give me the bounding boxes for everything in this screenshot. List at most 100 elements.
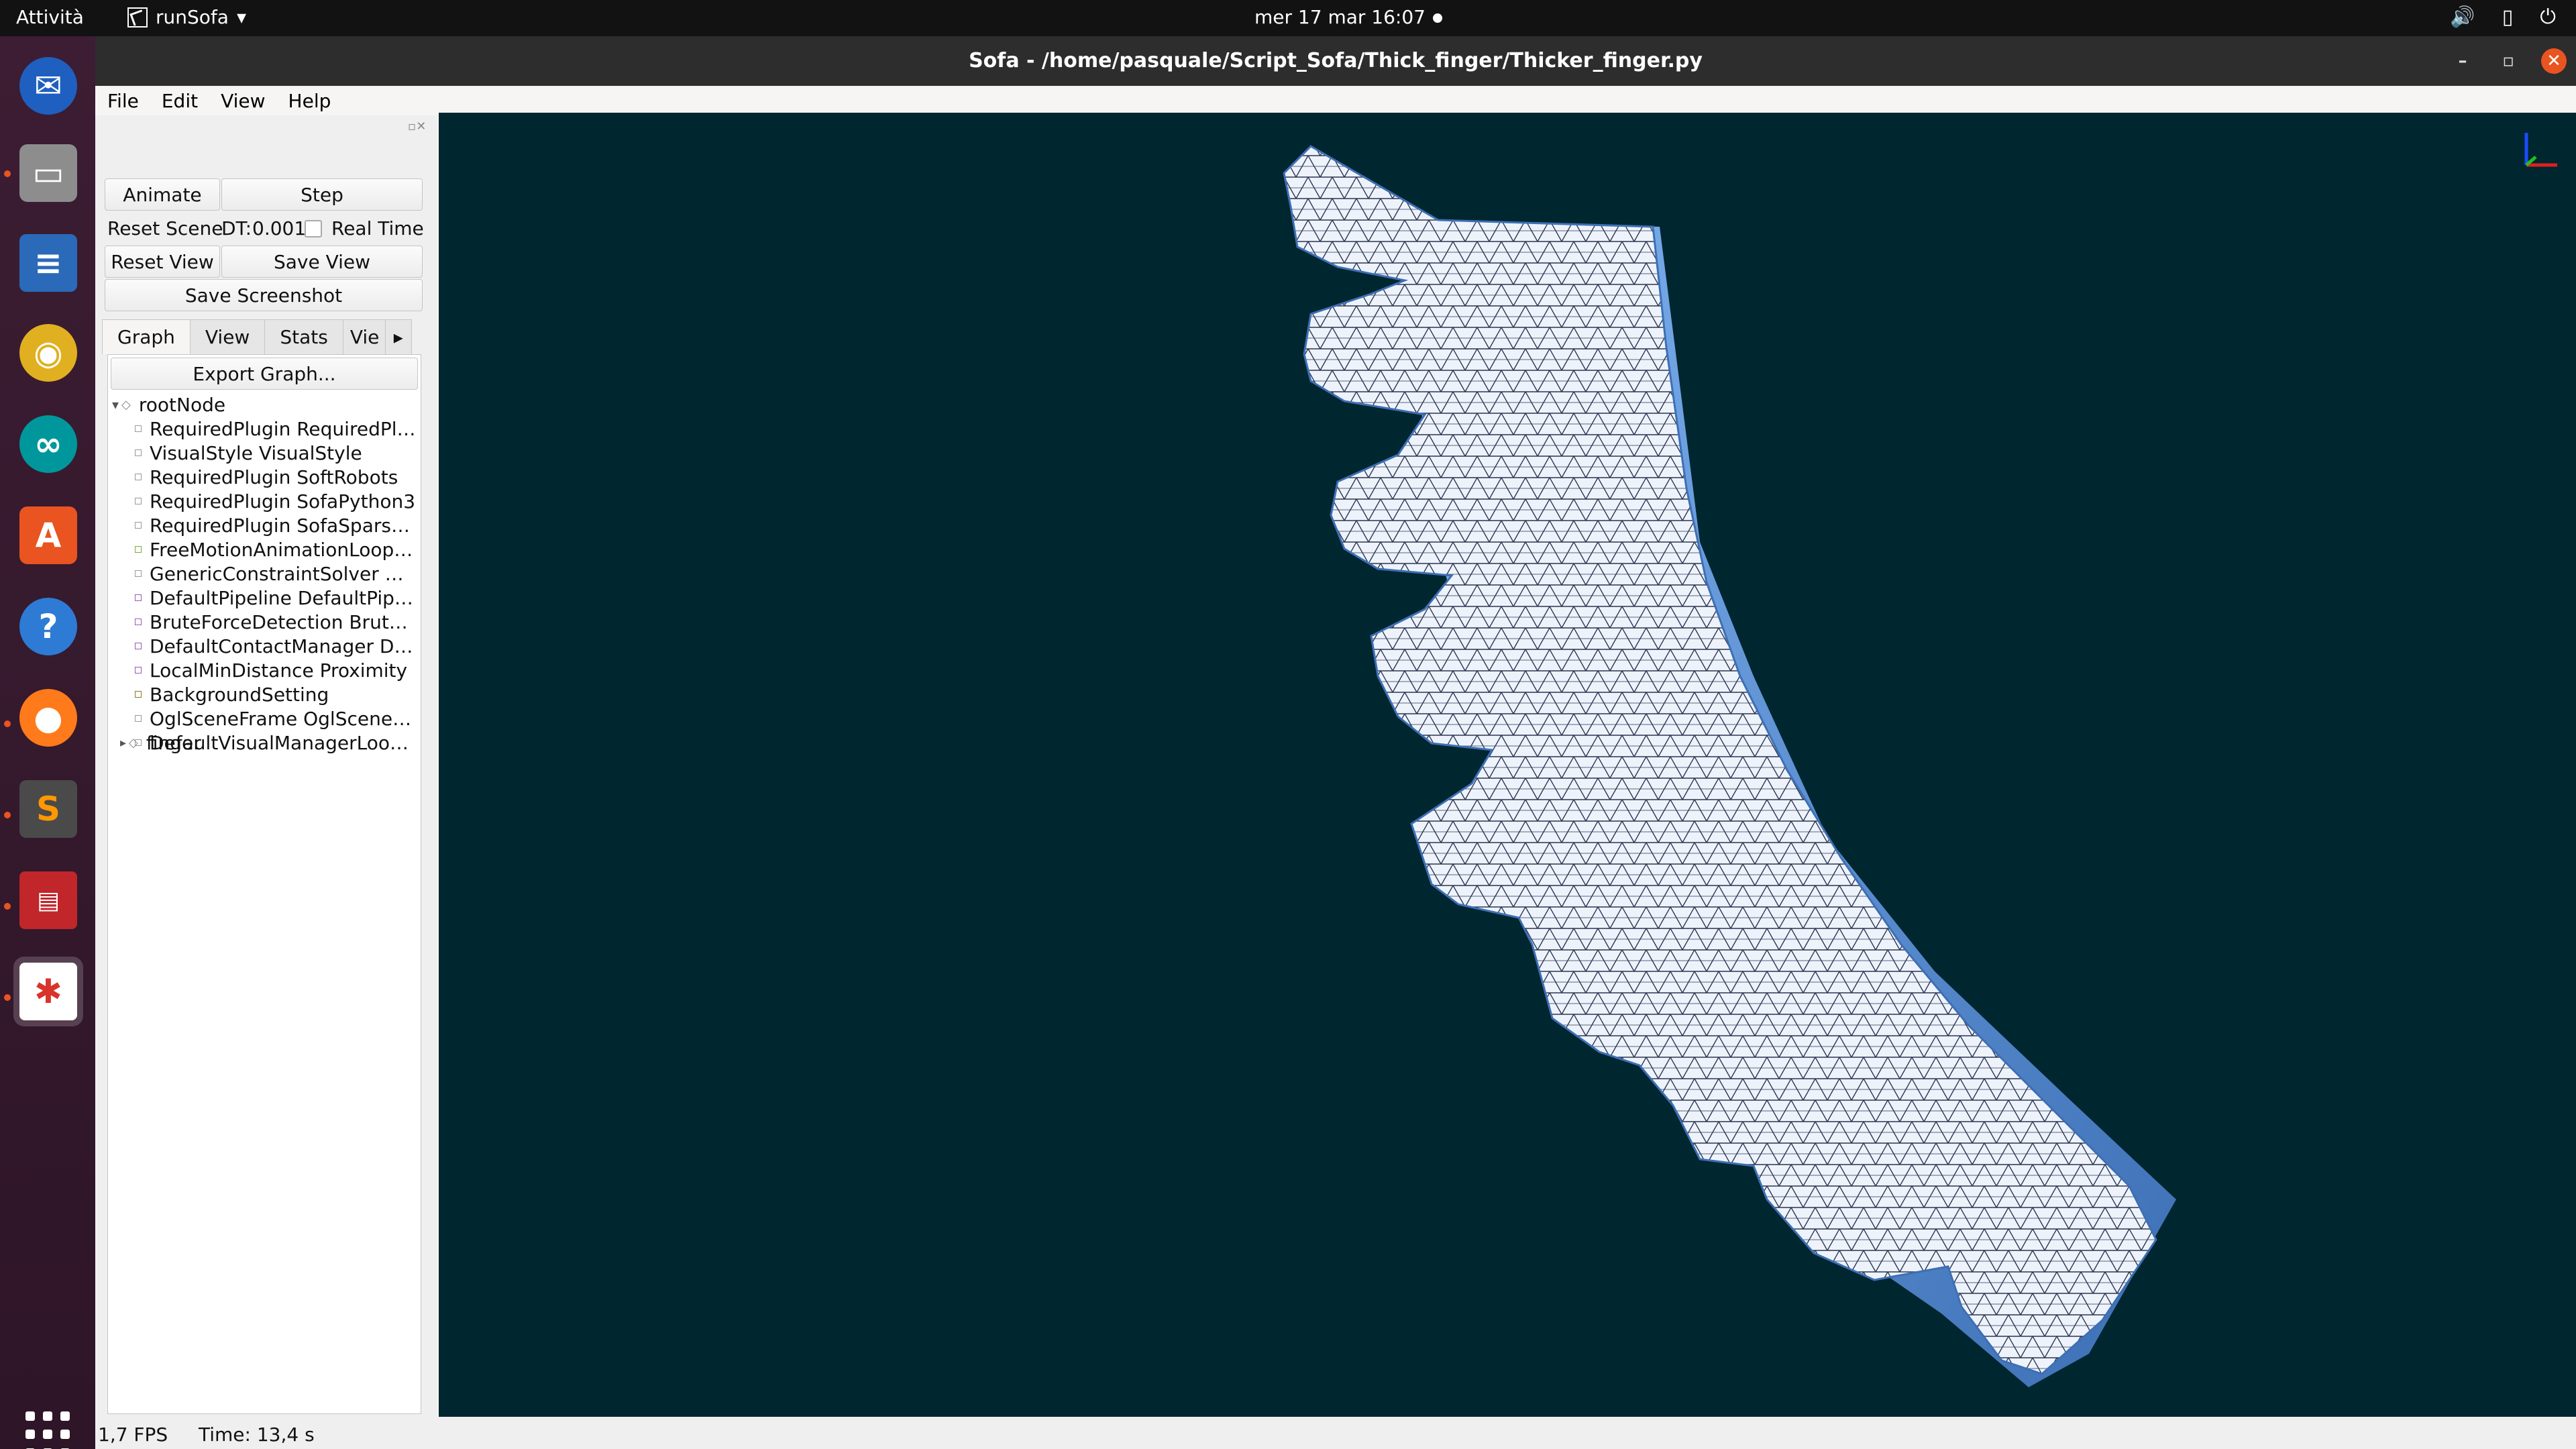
menu-help[interactable]: Help — [288, 90, 331, 112]
tree-component-row[interactable]: FreeMotionAnimationLoop ... — [108, 537, 417, 561]
component-icon — [135, 449, 142, 456]
running-indicator — [4, 170, 11, 177]
save-screenshot-button[interactable]: Save Screenshot — [105, 279, 423, 311]
menu-file[interactable]: File — [107, 90, 139, 112]
finger-mesh-surface[interactable] — [1283, 145, 2157, 1375]
tree-node-finger[interactable]: ▸ ◇ finger — [108, 731, 417, 755]
node-icon: ◇ — [121, 397, 131, 412]
component-icon — [135, 667, 142, 674]
reset-scene-button[interactable]: Reset Scene — [107, 217, 223, 239]
tree-component-label: RequiredPlugin SoftRobots — [150, 466, 398, 488]
dt-input[interactable]: 0.001 — [252, 217, 306, 239]
tree-component-row[interactable]: BruteForceDetection Brute... — [108, 610, 417, 634]
tree-component-label: BackgroundSetting — [150, 683, 329, 706]
tree-component-label: OglSceneFrame OglSceneFr... — [150, 707, 417, 730]
component-icon — [135, 425, 142, 432]
tree-component-label: LocalMinDistance Proximity — [150, 659, 408, 682]
dock-thunderbird[interactable]: ✉ — [13, 51, 83, 121]
tree-component-row[interactable]: OglSceneFrame OglSceneFr... — [108, 706, 417, 731]
component-icon — [135, 570, 142, 577]
node-icon: ◇ — [129, 735, 138, 750]
thunderbird-icon: ✉ — [19, 57, 77, 115]
reset-view-button[interactable]: Reset View — [105, 246, 220, 278]
component-icon — [135, 474, 142, 480]
activities-button[interactable]: Attività — [16, 6, 84, 28]
tree-root-node[interactable]: ▾ ◇ rootNode — [108, 392, 417, 417]
dock-float-icon[interactable]: ▫✕ — [408, 119, 426, 133]
dt-label: DT: — [221, 217, 252, 239]
dock-terminal[interactable]: ▤ — [13, 865, 83, 935]
tree-component-row[interactable]: RequiredPlugin SoftRobots — [108, 465, 417, 489]
real-time-checkbox[interactable] — [305, 220, 322, 237]
component-icon — [135, 522, 142, 529]
tab-graph[interactable]: Graph — [102, 319, 191, 354]
dock-writer[interactable]: ≡ — [13, 228, 83, 298]
dock-arduino[interactable]: ∞ — [13, 409, 83, 479]
tree-component-row[interactable]: LocalMinDistance Proximity — [108, 658, 417, 682]
runsofa-app-icon — [127, 7, 148, 28]
tab-stats[interactable]: Stats — [264, 319, 343, 354]
dock-files[interactable]: ▭ — [13, 138, 83, 208]
tree-component-label: VisualStyle VisualStyle — [150, 441, 362, 464]
window-titlebar[interactable]: Sofa - /home/pasquale/Script_Sofa/Thick_… — [95, 36, 2576, 86]
dock-sublime[interactable]: S — [13, 774, 83, 844]
scene-render — [1283, 133, 2557, 1387]
app-menu[interactable]: runSofa ▾ — [127, 6, 246, 28]
gnome-top-bar: Attività runSofa ▾ mer 17 mar 16:07 🔊 ▯ … — [0, 0, 2576, 36]
component-icon — [135, 619, 142, 625]
tree-root-label: rootNode — [138, 393, 226, 416]
tree-component-row[interactable]: VisualStyle VisualStyle — [108, 441, 417, 465]
tree-component-row[interactable]: RequiredPlugin SofaSparseS... — [108, 513, 417, 537]
component-icon — [135, 715, 142, 722]
step-button[interactable]: Step — [221, 178, 423, 211]
tree-component-label: RequiredPlugin RequiredPlu... — [150, 417, 417, 440]
maximize-icon[interactable]: ▫ — [2496, 48, 2521, 74]
menu-view[interactable]: View — [221, 90, 265, 112]
notification-dot-icon — [1433, 13, 1442, 23]
system-tray[interactable]: 🔊 ▯ ⏻ — [2450, 5, 2556, 29]
tree-component-row[interactable]: DefaultContactManager De... — [108, 634, 417, 658]
firefox-icon: ● — [19, 689, 77, 747]
tree-component-row[interactable]: RequiredPlugin RequiredPlu... — [108, 417, 417, 441]
dock-software[interactable]: A — [13, 500, 83, 570]
dock-firefox[interactable]: ● — [13, 683, 83, 753]
app-menu-label: runSofa — [156, 6, 229, 28]
tab-view[interactable]: View — [189, 319, 266, 354]
control-panel: ▫✕ Animate Step Reset Scene DT: 0.001 Re… — [95, 115, 437, 1417]
real-time-label: Real Time — [331, 217, 424, 239]
tree-component-label: RequiredPlugin SofaSparseS... — [150, 514, 417, 537]
files-icon: ▭ — [19, 144, 77, 202]
dock-runsofa[interactable]: ✱ — [13, 957, 83, 1026]
dock-rhythmbox[interactable]: ◉ — [13, 318, 83, 388]
tree-component-row[interactable]: BackgroundSetting — [108, 682, 417, 706]
component-icon — [135, 691, 142, 698]
fps-readout: 1,7 FPS — [98, 1424, 168, 1446]
show-applications-icon[interactable] — [25, 1411, 72, 1449]
3d-viewport[interactable] — [439, 113, 2576, 1421]
animate-button[interactable]: Animate — [105, 178, 220, 211]
menu-edit[interactable]: Edit — [162, 90, 198, 112]
tree-component-label: DefaultContactManager De... — [150, 635, 417, 657]
panel-tabs: Graph View Stats Vie ▸ — [102, 319, 424, 354]
running-indicator — [4, 903, 11, 910]
save-view-button[interactable]: Save View — [221, 246, 423, 278]
chevron-down-icon: ▾ — [236, 6, 246, 28]
clock[interactable]: mer 17 mar 16:07 — [1254, 6, 1426, 28]
tree-component-row[interactable]: GenericConstraintSolver Ge... — [108, 561, 417, 586]
battery-icon: ▯ — [2502, 5, 2514, 29]
tree-component-label: BruteForceDetection Brute... — [150, 610, 417, 633]
tree-component-row[interactable]: DefaultPipeline DefaultPipe... — [108, 586, 417, 610]
tab-scroll-right-icon[interactable]: ▸ — [384, 319, 412, 354]
expand-arrow-icon[interactable]: ▸ — [120, 736, 126, 750]
tab-visual[interactable]: Vie — [342, 319, 386, 354]
tree-component-row[interactable]: RequiredPlugin SofaPython3 — [108, 489, 417, 513]
close-icon[interactable]: ✕ — [2541, 48, 2567, 74]
component-icon — [135, 594, 142, 601]
export-graph-button[interactable]: Export Graph... — [111, 358, 418, 390]
tree-component-label: DefaultPipeline DefaultPipe... — [150, 586, 417, 609]
expand-arrow-icon[interactable]: ▾ — [112, 396, 119, 413]
terminal-icon: ▤ — [19, 871, 77, 929]
rhythmbox-icon: ◉ — [19, 324, 77, 382]
dock-help[interactable]: ? — [13, 592, 83, 661]
minimize-icon[interactable]: – — [2450, 48, 2475, 74]
